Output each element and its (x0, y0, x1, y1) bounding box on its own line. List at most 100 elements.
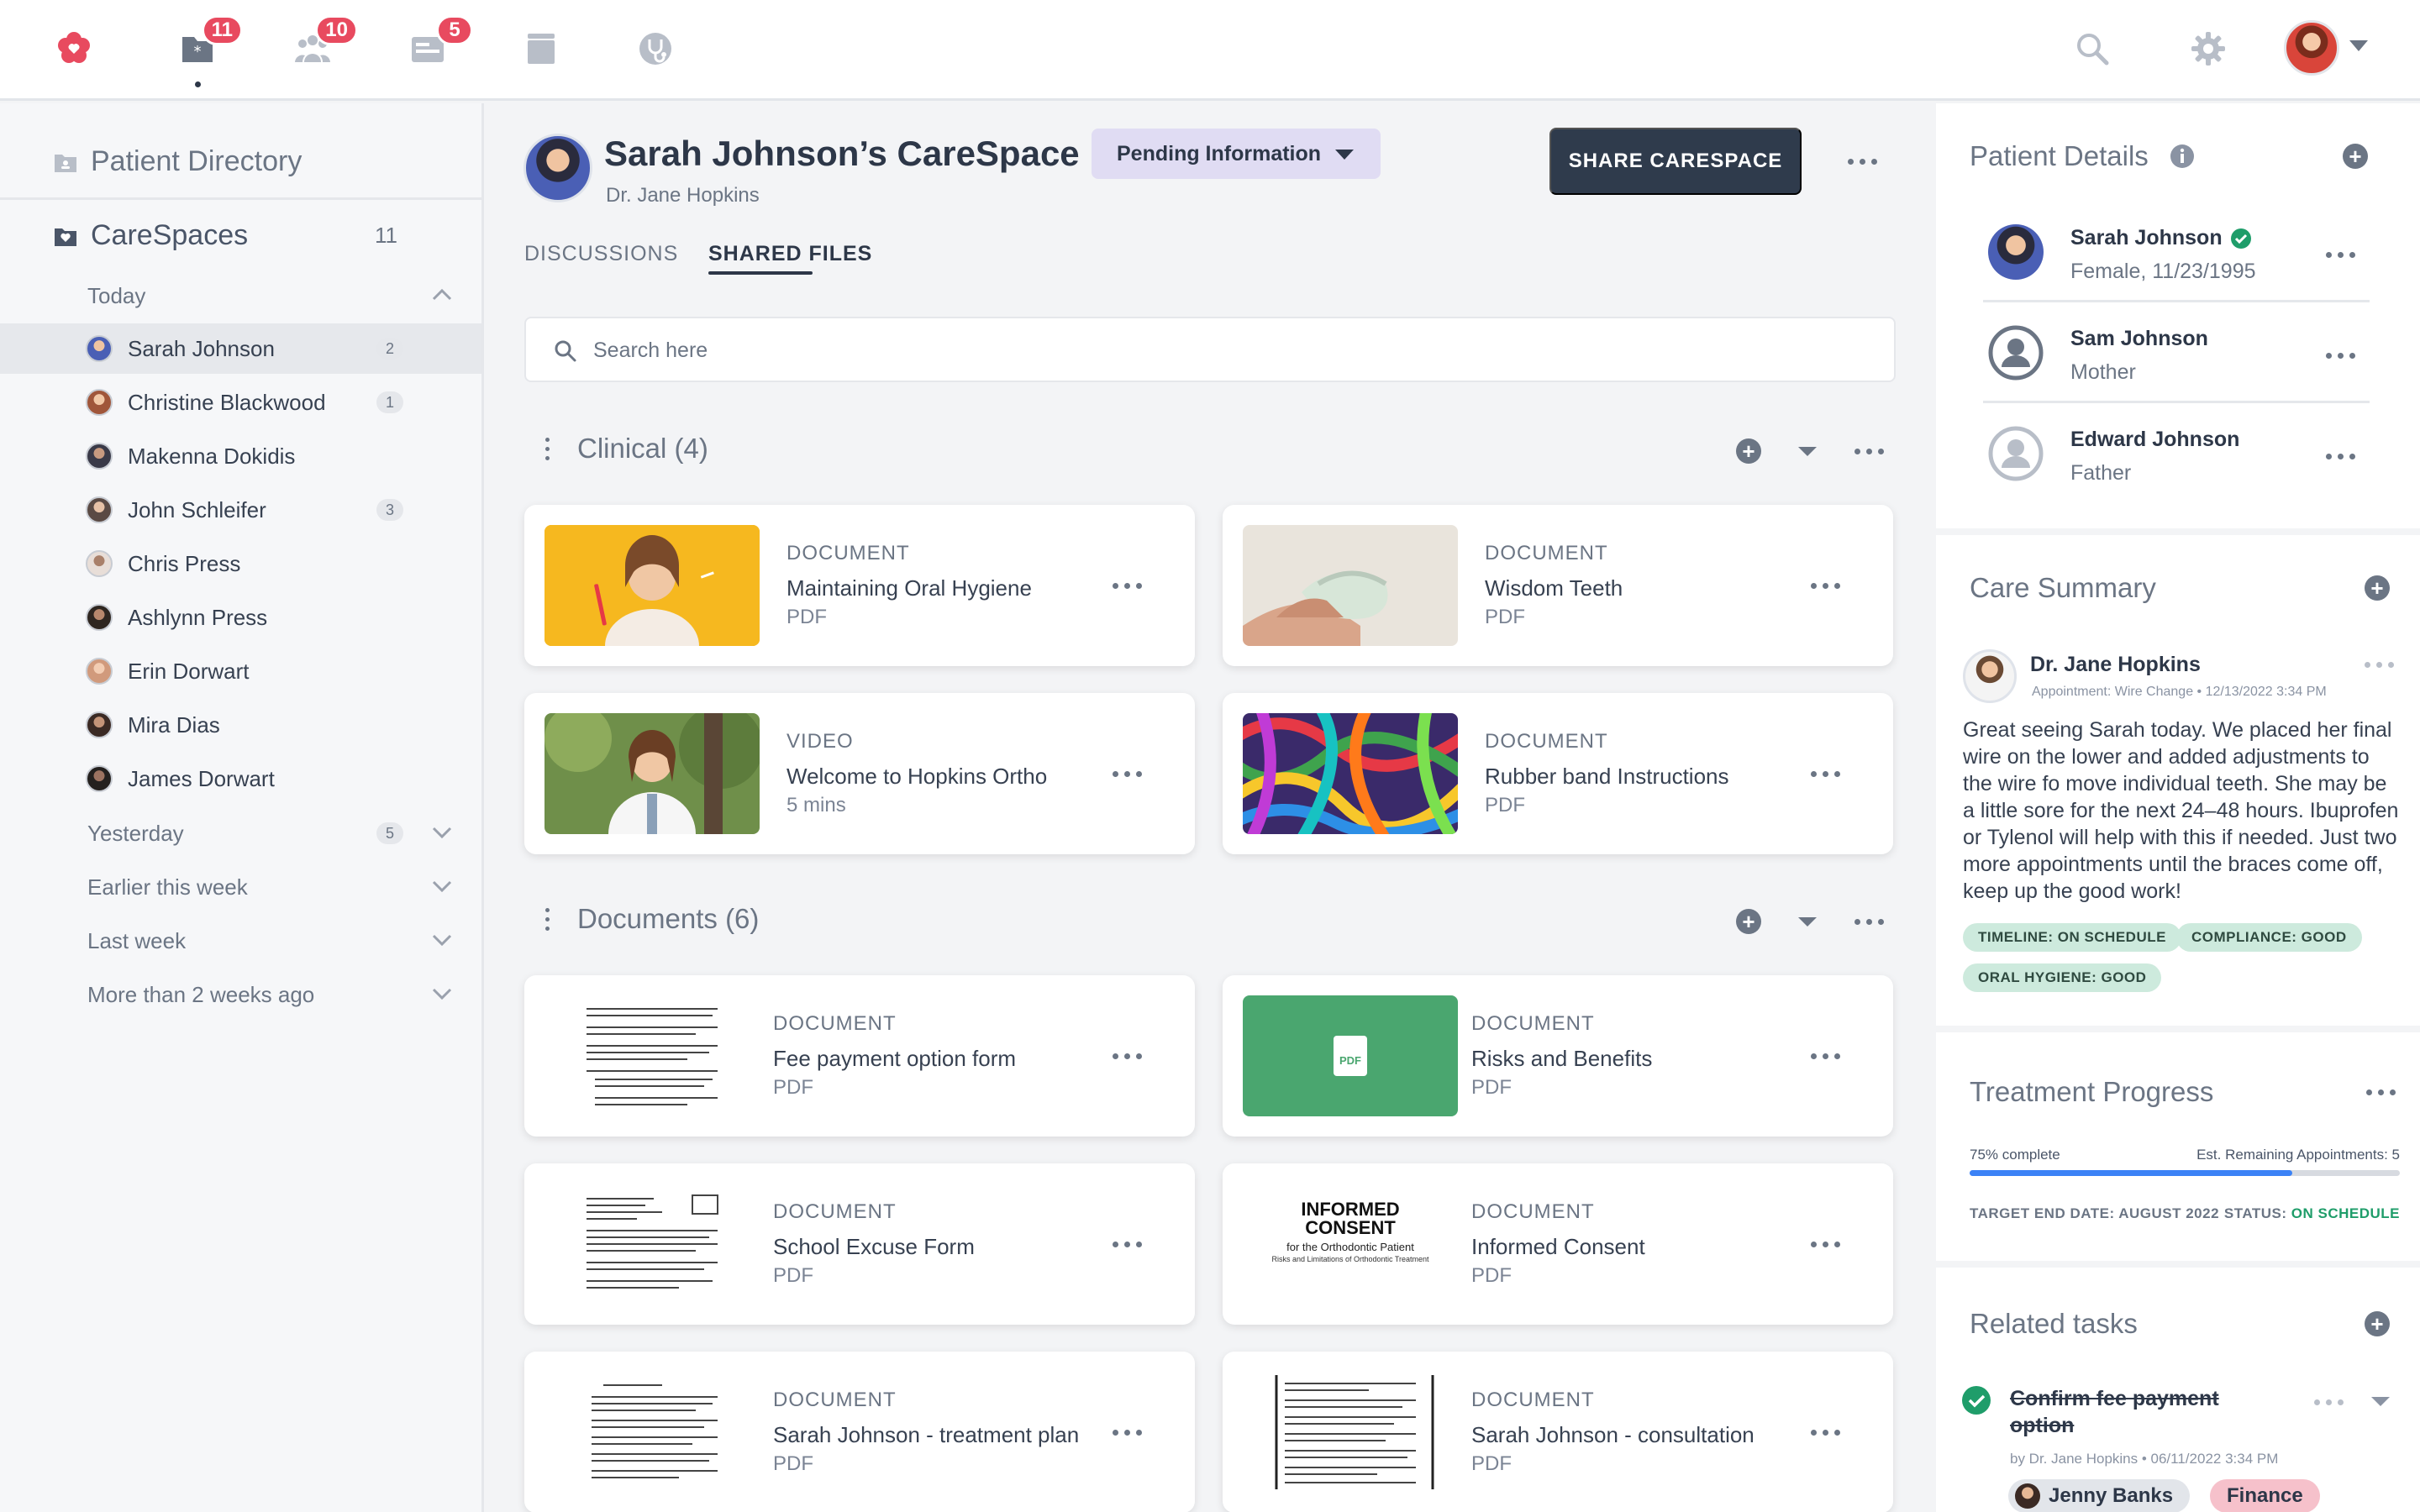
assignee-badge[interactable]: Jenny Banks (2008, 1479, 2191, 1512)
file-card[interactable]: DOCUMENT Sarah Johnson - treatment plan … (524, 1352, 1195, 1512)
carespaces-folder-icon (55, 228, 76, 246)
add-icon[interactable]: + (1736, 909, 1761, 934)
file-card[interactable]: INFORMED CONSENT for the Orthodontic Pat… (1223, 1163, 1893, 1325)
group-more-than-2-weeks[interactable]: More than 2 weeks ago (87, 982, 314, 1008)
file-card[interactable]: DOCUMENT Fee payment option form PDF (524, 975, 1195, 1137)
chevron-down-icon[interactable] (2371, 1397, 2390, 1406)
more-options-icon[interactable] (1854, 449, 1884, 454)
panel-title: Care Summary (1970, 572, 2156, 603)
avatar (86, 389, 113, 416)
chevron-down-icon[interactable] (1798, 917, 1817, 927)
status-prefix: STATUS: (2223, 1205, 2291, 1221)
more-options-icon[interactable] (2326, 252, 2355, 258)
more-options-icon[interactable] (1811, 1430, 1840, 1436)
patient-directory-link[interactable]: Patient Directory (54, 145, 302, 178)
drag-handle-icon[interactable] (545, 908, 550, 931)
more-options-icon[interactable] (1854, 919, 1884, 925)
chevron-down-icon[interactable] (430, 821, 454, 844)
share-carespace-button[interactable]: SHARE CARESPACE (1549, 128, 1802, 195)
person-relation: Mother (2070, 360, 2136, 384)
more-options-icon[interactable] (1811, 583, 1840, 589)
more-options-icon[interactable] (2366, 1089, 2396, 1095)
panel-title: Patient Details (1970, 140, 2149, 171)
add-icon[interactable]: + (2365, 1311, 2390, 1336)
gear-icon[interactable] (2181, 22, 2235, 76)
file-card[interactable]: DOCUMENT Sarah Johnson - consultation PD… (1223, 1352, 1893, 1512)
more-options-icon[interactable] (1811, 1242, 1840, 1247)
chevron-down-icon[interactable] (430, 874, 454, 898)
more-options-icon[interactable] (1113, 1430, 1142, 1436)
panel-title: Treatment Progress (1970, 1076, 2214, 1107)
tab-shared-files[interactable]: SHARED FILES (708, 242, 872, 266)
more-options-icon[interactable] (1848, 159, 1877, 165)
remaining-appointments: Est. Remaining Appointments: 5 (2196, 1147, 2400, 1163)
heart-flower-icon[interactable] (47, 22, 101, 76)
tab-discussions[interactable]: DISCUSSIONS (524, 242, 678, 266)
patient-row[interactable]: James Dorwart (0, 753, 481, 804)
more-options-icon[interactable] (1113, 1242, 1142, 1247)
chevron-up-icon[interactable] (430, 283, 454, 307)
add-icon[interactable]: + (1736, 438, 1761, 464)
patient-row[interactable]: Sarah Johnson 2 (0, 323, 481, 374)
add-icon[interactable]: + (2343, 144, 2368, 169)
drag-handle-icon[interactable] (545, 438, 550, 460)
more-options-icon[interactable] (1113, 771, 1142, 777)
chevron-down-icon[interactable] (2349, 40, 2368, 51)
task-tag[interactable]: Finance (2210, 1479, 2320, 1512)
file-card[interactable]: DOCUMENT Maintaining Oral Hygiene PDF (524, 505, 1195, 666)
file-card[interactable]: VIDEO Welcome to Hopkins Ortho 5 mins (524, 693, 1195, 854)
patient-row[interactable]: Erin Dorwart (0, 646, 481, 696)
patient-name: Ashlynn Press (128, 604, 268, 630)
more-options-icon[interactable] (2326, 454, 2355, 459)
carespaces-icon[interactable]: * 11 (171, 15, 243, 87)
archive-icon[interactable] (514, 22, 568, 76)
patient-row[interactable]: Ashlynn Press (0, 592, 481, 643)
avatar (523, 134, 592, 202)
more-options-icon[interactable] (2314, 1399, 2344, 1405)
file-meta: PDF (1471, 1076, 1512, 1099)
group-yesterday[interactable]: Yesterday (87, 821, 184, 847)
group-today[interactable]: Today (87, 283, 145, 309)
avatar (86, 604, 113, 631)
file-title: Sarah Johnson - treatment plan (773, 1422, 1080, 1447)
file-title: Fee payment option form (773, 1046, 1017, 1071)
carespaces-link[interactable]: CareSpaces (54, 219, 248, 252)
search-input[interactable] (593, 332, 1854, 369)
status-badge: ORAL HYGIENE: GOOD (1963, 963, 2162, 992)
add-icon[interactable]: + (2365, 575, 2390, 601)
patient-row[interactable]: Chris Press (0, 538, 481, 589)
patient-row[interactable]: John Schleifer 3 (0, 485, 481, 535)
chevron-down-icon[interactable] (1798, 447, 1817, 456)
file-card[interactable]: DOCUMENT School Excuse Form PDF (524, 1163, 1195, 1325)
status-dropdown[interactable]: Pending Information (1092, 129, 1381, 179)
target-end-date: TARGET END DATE: AUGUST 2022 (1970, 1205, 2220, 1221)
divider (1983, 401, 2370, 403)
file-card[interactable]: DOCUMENT Wisdom Teeth PDF (1223, 505, 1893, 666)
chevron-down-icon[interactable] (430, 982, 454, 1005)
file-title: Rubber band Instructions (1485, 764, 1729, 789)
consent-heading: CONSENT (1305, 1217, 1396, 1238)
stethoscope-icon[interactable] (629, 22, 682, 76)
more-options-icon[interactable] (2365, 662, 2394, 668)
group-earlier-this-week[interactable]: Earlier this week (87, 874, 248, 900)
info-icon[interactable] (2170, 144, 2195, 169)
team-icon[interactable]: 10 (286, 15, 358, 76)
provider-name: Dr. Jane Hopkins (606, 184, 760, 207)
chevron-down-icon[interactable] (430, 928, 454, 952)
more-options-icon[interactable] (2326, 353, 2355, 359)
more-options-icon[interactable] (1811, 771, 1840, 777)
more-options-icon[interactable] (1811, 1053, 1840, 1059)
search-icon[interactable] (2065, 22, 2119, 76)
file-card[interactable]: PDF DOCUMENT Risks and Benefits PDF (1223, 975, 1893, 1137)
user-avatar[interactable] (2284, 20, 2339, 76)
more-options-icon[interactable] (1113, 583, 1142, 589)
file-card[interactable]: DOCUMENT Rubber band Instructions PDF (1223, 693, 1893, 854)
inbox-icon[interactable]: 5 (401, 15, 473, 76)
completed-check-icon[interactable] (1961, 1385, 1991, 1415)
group-last-week[interactable]: Last week (87, 928, 186, 954)
more-options-icon[interactable] (1113, 1053, 1142, 1059)
patient-row[interactable]: Makenna Dokidis (0, 431, 481, 481)
task-title[interactable]: Confirm fee payment option (2010, 1385, 2254, 1439)
patient-row[interactable]: Christine Blackwood 1 (0, 377, 481, 428)
patient-row[interactable]: Mira Dias (0, 700, 481, 750)
